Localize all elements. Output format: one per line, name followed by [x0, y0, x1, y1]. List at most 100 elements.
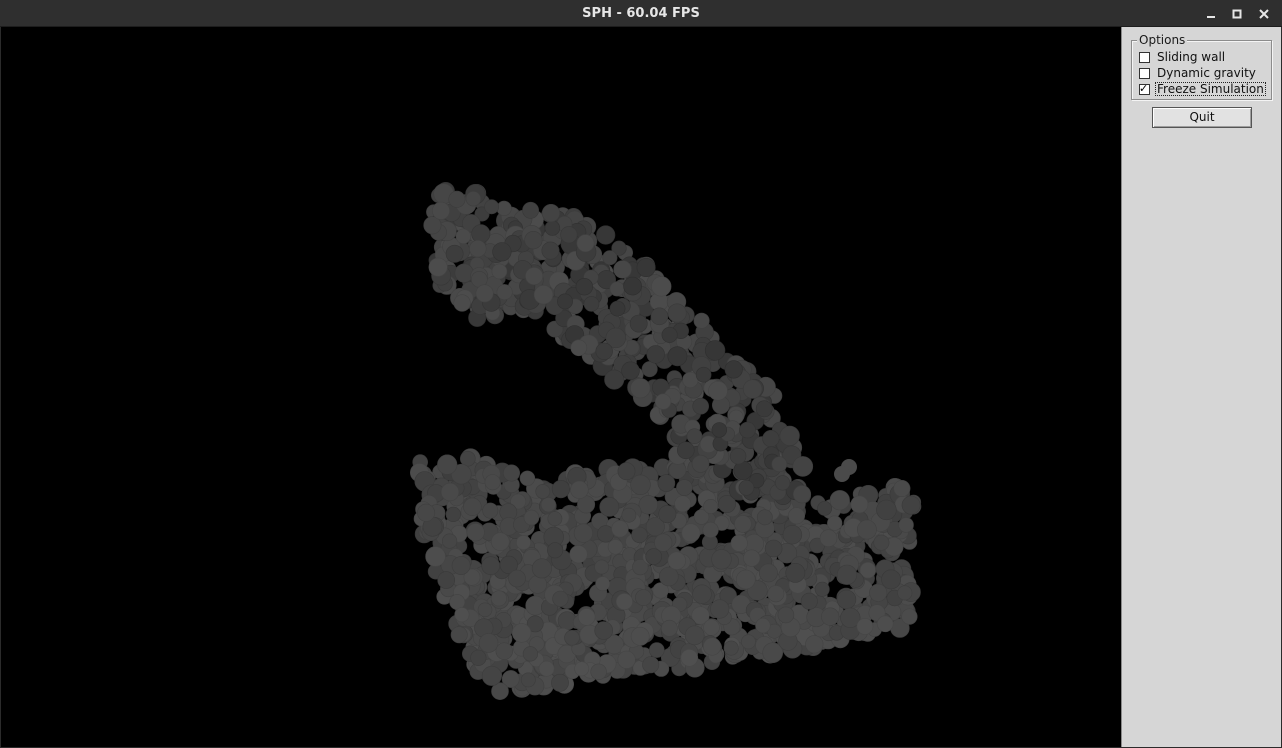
particle [484, 199, 499, 215]
particle [607, 539, 624, 555]
particle [792, 485, 812, 504]
particle [702, 521, 719, 539]
particle [623, 276, 642, 296]
options-panel: Options Sliding wall Dynamic gravity ✓ F… [1121, 27, 1281, 747]
particle [630, 474, 651, 495]
particle [897, 585, 913, 601]
particle [650, 307, 669, 326]
particle [680, 648, 699, 667]
particle [869, 583, 888, 602]
particle [850, 495, 869, 514]
particle [490, 532, 510, 552]
particle [651, 276, 672, 297]
particle [538, 660, 555, 677]
particle [779, 425, 800, 446]
particle [621, 507, 637, 523]
close-button[interactable] [1254, 4, 1274, 23]
freeze-simulation-checkbox[interactable]: ✓ Freeze Simulation [1139, 81, 1266, 97]
particle [442, 533, 458, 549]
freeze-simulation-checkbox-box[interactable]: ✓ [1139, 82, 1150, 95]
particle [901, 495, 921, 515]
particle [756, 509, 773, 526]
simulation-viewport[interactable] [1, 27, 1121, 747]
particle [454, 607, 470, 623]
particle [755, 400, 773, 418]
particle [658, 566, 679, 587]
particle [590, 663, 607, 680]
minimize-button[interactable] [1201, 4, 1221, 23]
particle [490, 590, 507, 607]
particle [836, 564, 858, 585]
particle [595, 342, 613, 360]
particle [703, 619, 720, 636]
particle [723, 640, 739, 656]
particle [755, 617, 771, 634]
particle [704, 340, 726, 361]
particle [519, 470, 536, 486]
particle [674, 495, 692, 513]
particle [617, 462, 636, 481]
close-icon [1259, 8, 1269, 19]
particle [481, 665, 502, 686]
particle [827, 515, 843, 531]
particle [684, 625, 705, 646]
particle [739, 421, 756, 439]
particle [805, 635, 824, 654]
particle [533, 285, 554, 305]
particle [782, 525, 803, 545]
particle [451, 556, 471, 575]
particle [743, 549, 761, 567]
particle [445, 506, 461, 523]
particle [453, 294, 471, 312]
particle [459, 450, 476, 467]
particle [764, 539, 783, 558]
particle [437, 454, 458, 475]
particle [834, 466, 850, 482]
particle [676, 441, 695, 460]
quit-button[interactable]: Quit [1152, 107, 1252, 128]
particle [615, 593, 633, 611]
particle [691, 454, 710, 473]
particle [648, 642, 665, 658]
particle [596, 225, 616, 245]
particle [735, 569, 756, 590]
particle [491, 263, 508, 280]
particle [609, 281, 625, 297]
particle [857, 519, 877, 540]
particle [617, 650, 636, 669]
particle [667, 303, 687, 323]
particle [876, 499, 897, 521]
particle [613, 260, 632, 279]
particle [692, 584, 712, 604]
particle [570, 480, 589, 499]
particle [541, 204, 561, 223]
particle [611, 520, 629, 538]
particle [466, 523, 485, 542]
particle [540, 497, 557, 513]
particle [547, 542, 564, 559]
particle [524, 231, 543, 250]
particle [557, 293, 573, 310]
particle [477, 602, 493, 618]
particle [641, 361, 658, 378]
sliding-wall-checkbox[interactable]: Sliding wall [1139, 49, 1227, 65]
particle [481, 556, 501, 576]
particle [777, 606, 795, 624]
particle [437, 571, 456, 589]
particle [654, 533, 673, 552]
sliding-wall-checkbox-box[interactable] [1139, 51, 1150, 63]
particle [738, 479, 755, 496]
particle [654, 393, 672, 410]
maximize-button[interactable] [1227, 4, 1247, 23]
dynamic-gravity-checkbox-box[interactable] [1139, 67, 1150, 79]
title-bar[interactable]: SPH - 60.04 FPS [0, 0, 1282, 27]
particle [667, 551, 686, 570]
particle [724, 360, 743, 379]
particle [703, 498, 719, 514]
particle [496, 200, 512, 216]
particle [741, 634, 756, 650]
dynamic-gravity-checkbox[interactable]: Dynamic gravity [1139, 65, 1258, 81]
window-title: SPH - 60.04 FPS [582, 6, 700, 21]
particle [575, 278, 593, 296]
particle [484, 474, 501, 491]
